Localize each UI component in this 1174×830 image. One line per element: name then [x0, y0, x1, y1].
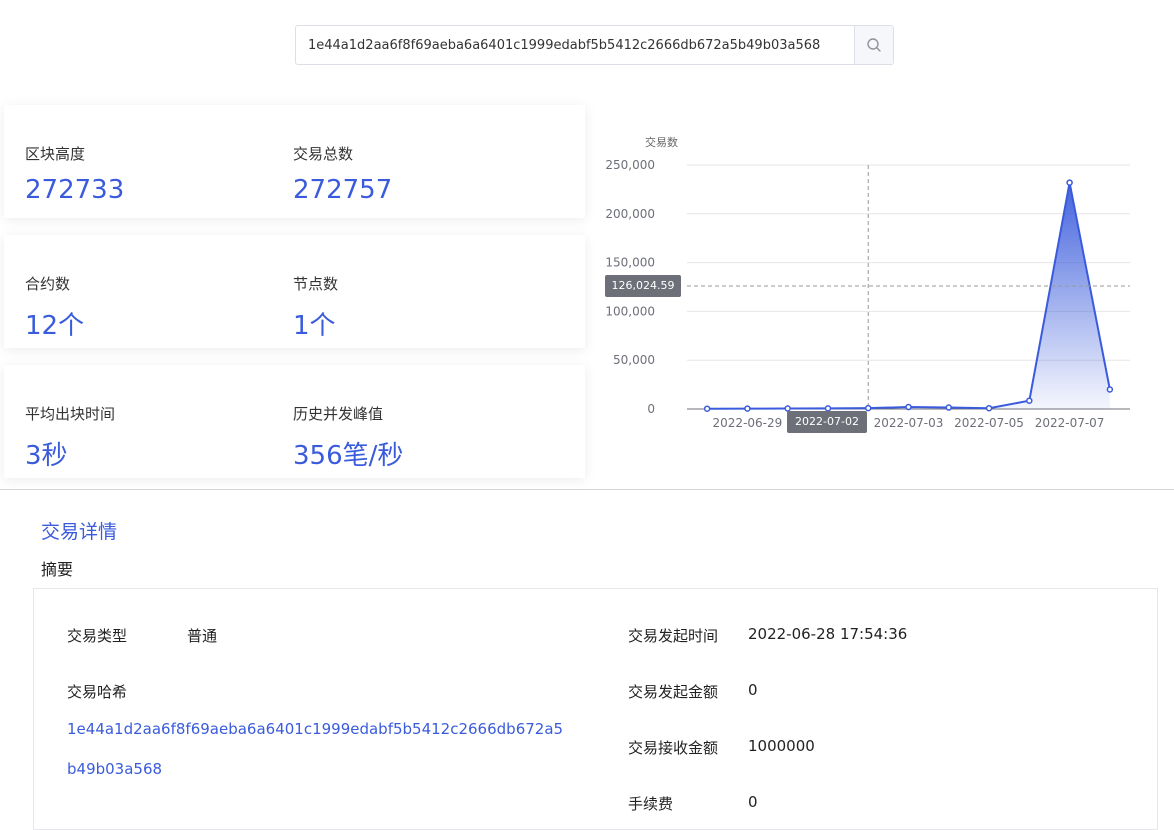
stat-value: 356笔/秒	[293, 441, 404, 471]
stat-value: 272757	[293, 175, 393, 205]
send-amount-label: 交易发起金额	[628, 683, 719, 701]
recv-amount-value: 1000000	[748, 737, 815, 755]
stat-label: 区块高度	[25, 145, 86, 163]
recv-amount-label: 交易接收金额	[628, 739, 719, 757]
tx-hash-link-cont[interactable]: b49b03a568	[67, 760, 162, 778]
stat-value: 1个	[293, 311, 336, 341]
search-icon	[867, 38, 881, 52]
tx-time-label: 交易发起时间	[628, 627, 719, 645]
y-tick-label: 0	[647, 402, 655, 416]
data-point	[1106, 386, 1114, 393]
data-point	[703, 405, 711, 412]
crosshair-x-label: 2022-07-02	[787, 411, 867, 433]
stats-card-1: 区块高度 272733 交易总数 272757	[4, 105, 585, 218]
tx-time-value: 2022-06-28 17:54:36	[748, 625, 908, 643]
tx-count-chart[interactable]: 交易数 0 50,000 100,000 150,000 200,000 250,000 20…	[600, 128, 1174, 440]
x-tick-label: 2022-07-05	[954, 416, 1024, 430]
data-point	[985, 404, 993, 412]
stat-label: 合约数	[25, 275, 71, 293]
x-tick-label: 2022-06-29	[713, 416, 783, 430]
stats-card-3: 平均出块时间 3秒 历史并发峰值 356笔/秒	[4, 365, 585, 478]
data-point	[1066, 179, 1073, 186]
tx-hash-label: 交易哈希	[67, 683, 128, 701]
y-tick-label: 200,000	[605, 207, 655, 221]
send-amount-value: 0	[748, 681, 758, 699]
crosshair-y-label: 126,024.59	[605, 275, 681, 297]
stat-label: 历史并发峰值	[293, 405, 384, 423]
data-point	[1026, 397, 1033, 404]
fee-label: 手续费	[628, 795, 674, 813]
y-tick-label: 250,000	[605, 158, 655, 172]
tx-type-label: 交易类型	[67, 627, 128, 645]
tx-hash-link[interactable]: 1e44a1d2aa6f8f69aeba6a6401c1999edabf5b54…	[67, 720, 563, 738]
stats-card-2: 合约数 12个 节点数 1个	[4, 235, 585, 348]
stat-label: 平均出块时间	[25, 405, 116, 423]
divider	[0, 489, 1174, 490]
tx-detail-card: 交易类型 普通 交易哈希 1e44a1d2aa6f8f69aeba6a6401c…	[33, 588, 1158, 830]
y-tick-label: 50,000	[613, 353, 655, 367]
data-point	[864, 404, 872, 412]
data-point	[905, 403, 912, 411]
y-tick-label: 150,000	[605, 256, 655, 270]
data-point	[744, 405, 751, 412]
stat-value: 3秒	[25, 441, 68, 471]
stat-value: 272733	[25, 175, 125, 205]
search-box	[295, 25, 894, 65]
section-title: 交易详情	[41, 521, 118, 543]
search-button[interactable]	[854, 26, 893, 64]
fee-value: 0	[748, 793, 758, 811]
y-tick-label: 100,000	[605, 304, 655, 318]
stat-value: 12个	[25, 311, 85, 341]
section-subtitle: 摘要	[41, 560, 74, 579]
stat-label: 交易总数	[293, 145, 354, 163]
y-axis-label: 交易数	[645, 135, 678, 149]
tx-type-value: 普通	[187, 627, 218, 645]
chart-svg: 交易数 0 50,000 100,000 150,000 200,000 250,000 20…	[605, 135, 1130, 430]
search-input[interactable]	[296, 26, 854, 64]
x-tick-label: 2022-07-03	[874, 416, 944, 430]
data-point	[945, 404, 953, 411]
stat-label: 节点数	[293, 275, 339, 293]
x-tick-label: 2022-07-07	[1035, 416, 1105, 430]
